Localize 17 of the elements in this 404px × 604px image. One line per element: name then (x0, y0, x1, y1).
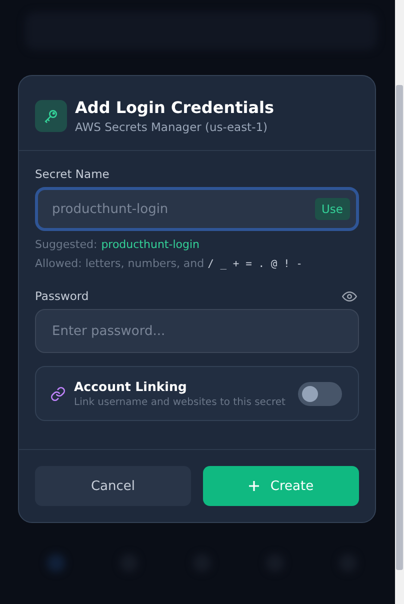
allowed-characters-hint: Allowed: letters, numbers, and / _ + = . @ ! - (35, 257, 304, 270)
password-field[interactable]: Enter password... (35, 309, 359, 353)
key-icon (35, 100, 67, 132)
hint-label: Suggested: (35, 238, 98, 251)
field-label: Password (35, 289, 89, 303)
dialog-title: Add Login Credentials (75, 98, 274, 117)
cancel-button[interactable]: Cancel (35, 466, 191, 506)
account-linking-description: Link username and websites to this secret (74, 397, 286, 408)
eye-icon[interactable] (342, 290, 357, 302)
account-linking-title: Account Linking (74, 379, 188, 394)
link-icon (50, 386, 66, 402)
plus-icon (248, 480, 260, 492)
field-label: Secret Name (35, 167, 110, 181)
use-button[interactable]: Use (314, 198, 350, 220)
dialog-subtitle: AWS Secrets Manager (us-east-1) (75, 120, 269, 134)
account-linking-toggle[interactable] (298, 382, 342, 406)
suggested-name-link[interactable]: producthunt-login (101, 238, 200, 251)
